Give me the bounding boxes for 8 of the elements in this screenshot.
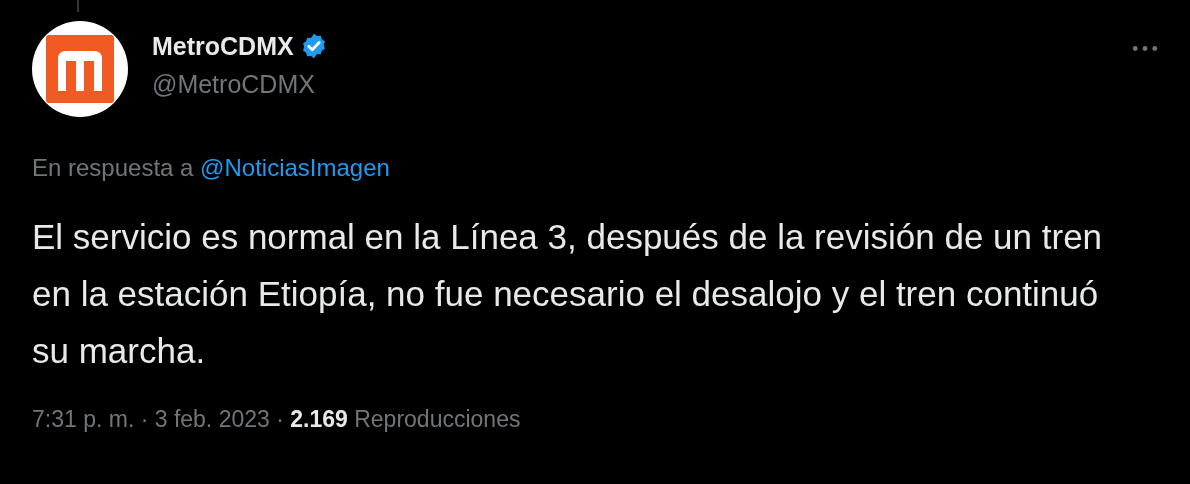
tweet-text: El servicio es normal en la Línea 3, después de la revisión de un tren en la estación Etiopía, no fue necesario el desalojo y el tren continuó su marcha. [32, 216, 1104, 372]
avatar-logo-icon[interactable] [32, 21, 128, 117]
reply-context: En respuesta a @NoticiasImagen [32, 153, 391, 183]
mention-link[interactable]: @NoticiasImagen [200, 154, 390, 181]
author-handle[interactable]: @MetroCDMX [152, 67, 328, 101]
more-options-icon[interactable] [1132, 45, 1158, 52]
author-name[interactable]: MetroCDMX [152, 29, 294, 63]
tweet-meta: 7:31 p. m. · 3 feb. 2023 · 2.169 Reproducciones [32, 405, 522, 434]
